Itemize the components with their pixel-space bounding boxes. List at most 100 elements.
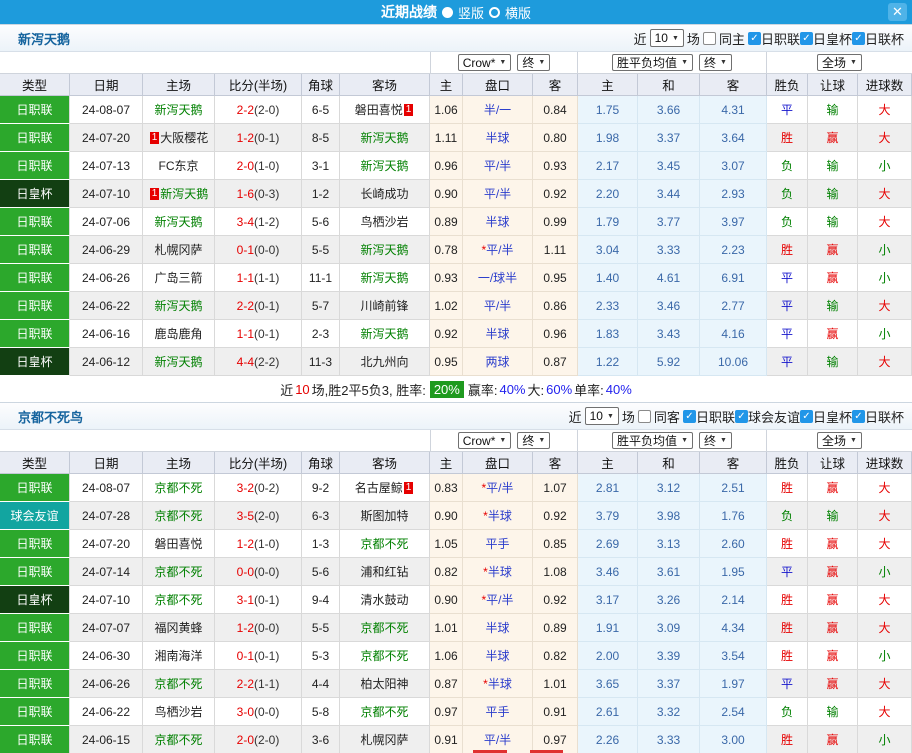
halftime-score: (0-0)	[254, 704, 280, 719]
corner-score: 5-5	[302, 236, 340, 264]
final-odds-select[interactable]: 终 ▼	[699, 54, 732, 71]
match-score: 0-1 (0-1)	[215, 642, 302, 670]
goals-cell: 大	[858, 502, 912, 530]
handicap-label: 两球	[485, 355, 510, 369]
avg-draw-odds: 3.39	[638, 642, 700, 670]
avg-draw-odds: 3.45	[638, 152, 700, 180]
home-odds: 0.78	[430, 236, 463, 264]
final-odds-select[interactable]: 终 ▼	[517, 432, 551, 449]
league-checkbox[interactable]: ✓	[799, 409, 813, 423]
type-badge: 日职联	[0, 320, 70, 348]
bookmaker-select[interactable]: Crow* ▼	[457, 54, 512, 71]
match-score: 1-2 (0-0)	[215, 614, 302, 642]
home-team: 京都不死	[143, 670, 215, 698]
match-date: 24-06-26	[70, 670, 143, 698]
avg-draw-odds: 3.33	[638, 726, 700, 753]
league-checkbox[interactable]: ✓	[734, 409, 748, 423]
handicap-label: 平/半	[483, 299, 512, 313]
vertical-layout-label: 竖版	[457, 5, 484, 21]
horizontal-layout-radio[interactable]	[489, 6, 500, 18]
league-checkbox-group: ✓ 日职联 ✓ 球会友谊 ✓ 日皇杯 ✓ 日联杯	[682, 407, 904, 426]
close-button[interactable]: ✕	[888, 3, 907, 21]
match-date: 24-06-15	[70, 726, 143, 753]
result-cell: 负	[767, 698, 808, 726]
near-label: 近	[568, 409, 582, 425]
vertical-layout-radio[interactable]	[441, 6, 453, 18]
handicap: 平手	[463, 698, 533, 726]
select-value: 胜平负均值	[617, 56, 678, 70]
handicap-label: 平手	[485, 705, 510, 719]
avg-home-odds: 1.40	[578, 264, 638, 292]
result-cell: 胜	[767, 530, 808, 558]
match-score: 0-1 (0-0)	[215, 236, 302, 264]
avg-odds-select[interactable]: 胜平负均值 ▼	[612, 54, 693, 71]
corner-score: 11-1	[302, 264, 340, 292]
avg-away-odds: 3.07	[700, 152, 767, 180]
final-odds-select[interactable]: 终 ▼	[699, 432, 732, 449]
league-checkbox[interactable]: ✓	[851, 409, 865, 423]
team-label: 京都不死	[360, 705, 409, 719]
fulltime-score: 1-6	[236, 186, 254, 201]
chevron-down-icon: ▼	[681, 59, 688, 66]
avg-away-odds: 4.31	[700, 96, 767, 124]
team-label: 鸟栖沙岩	[154, 705, 203, 719]
halftime-score: (2-2)	[254, 354, 280, 369]
team-label: 京都不死	[360, 537, 409, 551]
match-date: 24-07-10	[70, 586, 143, 614]
halftime-score: (0-3)	[254, 186, 280, 201]
away-team: 札幌冈萨	[340, 726, 430, 753]
match-score: 1-6 (0-3)	[215, 180, 302, 208]
bookmaker-group: Crow* ▼ 终 ▼	[430, 52, 578, 74]
result-cell: 平	[767, 292, 808, 320]
goals-cell: 大	[858, 180, 912, 208]
column-header: 角球	[302, 74, 340, 96]
match-date: 24-06-22	[70, 698, 143, 726]
match-count-select[interactable]: 10 ▼	[584, 407, 619, 425]
handicap-label: 半球	[485, 621, 510, 635]
select-value: 终	[704, 434, 717, 448]
avg-draw-odds: 3.46	[638, 292, 700, 320]
team-label: 鸟栖沙岩	[360, 215, 409, 229]
match-score: 1-1 (0-1)	[215, 320, 302, 348]
goals-cell: 小	[858, 642, 912, 670]
result-cell: 平	[767, 348, 808, 376]
team-label: FC东京	[158, 159, 199, 173]
type-badge: 日职联	[0, 558, 70, 586]
avg-draw-odds: 3.33	[638, 236, 700, 264]
win-rate-badge: 20%	[429, 380, 464, 398]
away-odds: 1.01	[533, 670, 578, 698]
chevron-down-icon: ▼	[606, 412, 614, 420]
avg-odds-select[interactable]: 胜平负均值 ▼	[612, 432, 693, 449]
avg-home-odds: 3.65	[578, 670, 638, 698]
handicap-result-cell: 赢	[808, 320, 858, 348]
home-team: 京都不死	[143, 502, 215, 530]
corner-score: 5-7	[302, 292, 340, 320]
scope-select[interactable]: 全场 ▼	[817, 54, 862, 71]
same-venue-checkbox[interactable]	[637, 409, 651, 423]
goals-cell: 大	[858, 96, 912, 124]
bookmaker-select[interactable]: Crow* ▼	[457, 432, 512, 449]
league-checkbox[interactable]: ✓	[799, 31, 813, 45]
select-value: 终	[522, 434, 535, 448]
chevron-down-icon: ▼	[538, 437, 546, 444]
league-checkbox[interactable]: ✓	[747, 31, 761, 45]
summary-text: 场,胜2平5负3, 胜率:	[311, 382, 426, 398]
handicap-result-cell: 输	[808, 698, 858, 726]
handicap: 半/一	[463, 96, 533, 124]
column-header: 客	[700, 452, 767, 474]
home-team: 新泻天鹅	[143, 292, 215, 320]
league-checkbox[interactable]: ✓	[682, 409, 696, 423]
handicap-result-cell: 赢	[808, 236, 858, 264]
avg-odds-group: 胜平负均值 ▼ 终 ▼	[578, 52, 767, 74]
final-odds-select[interactable]: 终 ▼	[517, 54, 551, 71]
team-label: 京都不死	[154, 565, 203, 579]
away-team: 京都不死	[340, 642, 430, 670]
same-venue-checkbox[interactable]	[702, 31, 716, 45]
scope-select[interactable]: 全场 ▼	[817, 432, 862, 449]
type-badge: 日职联	[0, 152, 70, 180]
team-label: 磐田喜悦	[154, 537, 203, 551]
handicap-result-cell: 输	[808, 152, 858, 180]
avg-draw-odds: 3.32	[638, 698, 700, 726]
match-count-select[interactable]: 10 ▼	[649, 29, 684, 47]
league-checkbox[interactable]: ✓	[851, 31, 865, 45]
